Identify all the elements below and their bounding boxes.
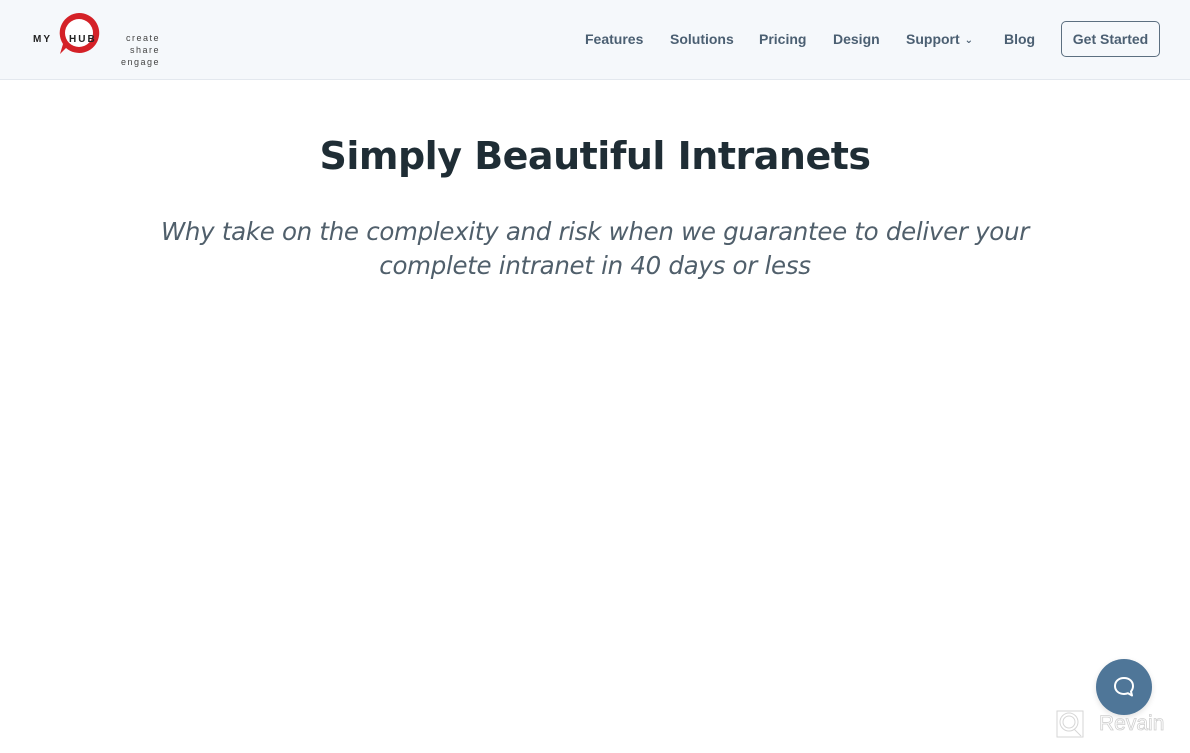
- chevron-down-icon: ⌄: [964, 35, 974, 46]
- revain-logo-icon: [1056, 710, 1084, 738]
- nav-solutions[interactable]: Solutions: [670, 31, 734, 47]
- revain-watermark: Revain: [1055, 706, 1185, 742]
- nav-features[interactable]: Features: [585, 31, 643, 47]
- get-started-button[interactable]: Get Started: [1061, 21, 1160, 57]
- nav-design[interactable]: Design: [833, 31, 880, 47]
- chat-bubble-icon: [1114, 677, 1134, 697]
- revain-text: Revain: [1099, 712, 1165, 736]
- site-header: MY HUB create share engage Features Solu…: [0, 0, 1190, 80]
- tagline-engage: engage: [120, 57, 160, 67]
- nav-blog[interactable]: Blog: [1004, 31, 1035, 47]
- nav-support-label: Support: [906, 31, 960, 47]
- hero-title: Simply Beautiful Intranets: [319, 134, 871, 178]
- main-nav: Features Solutions Pricing Design Suppor…: [0, 31, 1190, 51]
- nav-pricing[interactable]: Pricing: [759, 31, 806, 47]
- nav-support[interactable]: Support ⌄: [906, 31, 973, 47]
- hero-subtitle: Why take on the complexity and risk when…: [160, 217, 1029, 280]
